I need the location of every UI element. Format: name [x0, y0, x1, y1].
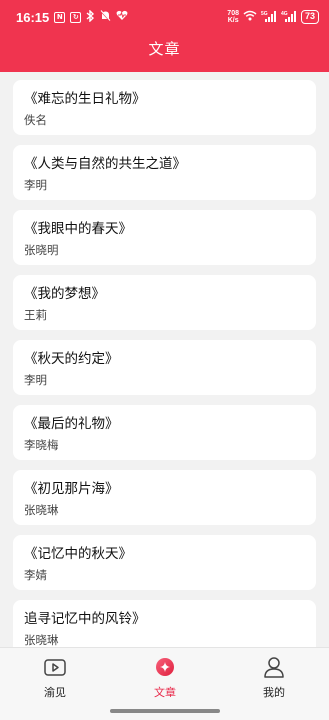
- video-icon: [15, 654, 95, 680]
- sync-icon: ↻: [70, 11, 82, 23]
- article-card[interactable]: 追寻记忆中的风铃》 张晓琳: [13, 600, 316, 647]
- article-author: 李明: [24, 178, 47, 192]
- article-author: 李婧: [24, 568, 47, 582]
- svg-text:5G: 5G: [261, 11, 268, 17]
- article-title: 《人类与自然的共生之道》: [24, 156, 186, 172]
- nav-label: 我的: [263, 686, 285, 699]
- article-title: 《秋天的约定》: [24, 351, 119, 367]
- article-author: 佚名: [24, 113, 47, 127]
- article-author: 李晓梅: [24, 438, 59, 452]
- wifi-icon: [243, 10, 257, 24]
- article-title: 《最后的礼物》: [24, 416, 119, 432]
- nav-label: 渝见: [44, 686, 66, 699]
- signal-5g-icon: 5G: [261, 10, 277, 25]
- heart-rate-icon: [116, 10, 128, 24]
- article-list[interactable]: 《难忘的生日礼物》 佚名 《人类与自然的共生之道》 李明 《我眼中的春天》 张晓…: [0, 72, 329, 647]
- article-card[interactable]: 《记忆中的秋天》 李婧: [13, 535, 316, 590]
- article-author: 张晓琳: [24, 503, 59, 517]
- person-icon: [234, 654, 314, 680]
- article-title: 《初见那片海》: [24, 481, 119, 497]
- nav-tab-articles[interactable]: 文章: [125, 654, 205, 700]
- page-title: 文章: [148, 40, 181, 58]
- status-bar: 16:15 N ↻ 708 K/s 5G 4G 73: [0, 0, 329, 34]
- article-title: 《记忆中的秋天》: [24, 546, 132, 562]
- article-author: 李明: [24, 373, 47, 387]
- article-card[interactable]: 《最后的礼物》 李晓梅: [13, 405, 316, 460]
- mute-bell-icon: [100, 9, 111, 25]
- article-card[interactable]: 《人类与自然的共生之道》 李明: [13, 145, 316, 200]
- nav-tab-mine[interactable]: 我的: [234, 654, 314, 700]
- article-title: 《难忘的生日礼物》: [24, 91, 146, 107]
- nfc-icon: N: [54, 11, 66, 23]
- sparkle-icon: [125, 654, 205, 680]
- article-card[interactable]: 《秋天的约定》 李明: [13, 340, 316, 395]
- app-header: 16:15 N ↻ 708 K/s 5G 4G 73 文章: [0, 0, 329, 72]
- article-title: 《我的梦想》: [24, 286, 105, 302]
- article-author: 王莉: [24, 308, 47, 322]
- signal-4g-icon: 4G: [281, 10, 297, 25]
- network-speed: 708 K/s: [227, 10, 239, 24]
- home-indicator[interactable]: [110, 709, 220, 713]
- status-time: 16:15: [16, 9, 50, 25]
- nav-label: 文章: [154, 686, 176, 699]
- article-title: 追寻记忆中的风铃》: [24, 611, 146, 627]
- article-card[interactable]: 《我的梦想》 王莉: [13, 275, 316, 330]
- article-card[interactable]: 《难忘的生日礼物》 佚名: [13, 80, 316, 135]
- svg-text:4G: 4G: [281, 11, 288, 17]
- article-card[interactable]: 《初见那片海》 张晓琳: [13, 470, 316, 525]
- article-title: 《我眼中的春天》: [24, 221, 132, 237]
- article-card[interactable]: 《我眼中的春天》 张晓明: [13, 210, 316, 265]
- battery-indicator: 73: [300, 10, 319, 24]
- bluetooth-icon: [86, 8, 95, 25]
- article-author: 张晓琳: [24, 633, 59, 647]
- nav-tab-yujian[interactable]: 渝见: [15, 654, 95, 700]
- article-author: 张晓明: [24, 243, 59, 257]
